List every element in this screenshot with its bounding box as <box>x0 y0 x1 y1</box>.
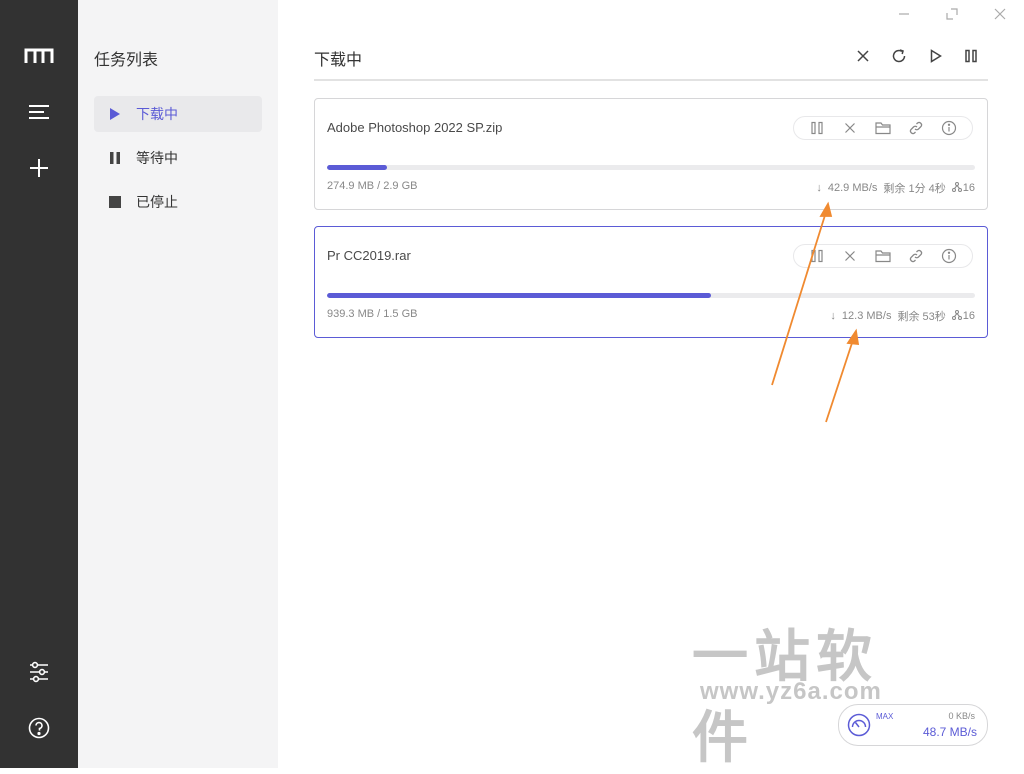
task-remaining: 剩余 1分 4秒 <box>883 183 946 195</box>
close-icon[interactable] <box>840 118 860 138</box>
progress-fill <box>327 293 712 298</box>
task-actions <box>793 116 973 140</box>
arrow-down-icon: ↓ <box>830 310 836 322</box>
task-stats: ↓ 42.9 MB/s 剩余 1分 4秒 16 <box>816 180 975 196</box>
speedometer[interactable]: MAX 0 KB/s 48.7 MB/s <box>838 704 988 746</box>
play-icon <box>107 106 123 122</box>
link-icon[interactable] <box>906 246 926 266</box>
help-circle-icon[interactable] <box>23 712 55 744</box>
task-remaining: 剩余 53秒 <box>897 311 946 323</box>
task-card[interactable]: Pr CC2019.rar 939.3 MB / 1.5 GB ↓ 12.3 MB… <box>314 226 988 338</box>
pause-icon <box>107 150 123 166</box>
stop-icon <box>107 194 123 210</box>
link-icon[interactable] <box>906 118 926 138</box>
task-connections: 16 <box>962 182 975 194</box>
maximize-icon[interactable] <box>940 4 964 24</box>
task-size: 939.3 MB / 1.5 GB <box>327 308 418 320</box>
info-icon[interactable] <box>939 246 959 266</box>
task-card[interactable]: Adobe Photoshop 2022 SP.zip 274.9 MB / 2… <box>314 98 988 210</box>
app-rail <box>0 0 78 768</box>
sidebar-item-waiting[interactable]: 等待中 <box>94 140 262 176</box>
pause-icon[interactable] <box>960 45 982 67</box>
menu-lines-icon[interactable] <box>23 96 55 128</box>
close-icon[interactable] <box>840 246 860 266</box>
sidebar-item-downloading[interactable]: 下载中 <box>94 96 262 132</box>
page-title: 下载中 <box>314 52 363 69</box>
close-icon[interactable] <box>988 4 1012 24</box>
close-icon[interactable] <box>852 45 874 67</box>
speedometer-icon <box>847 713 871 742</box>
task-connections: 16 <box>962 310 975 322</box>
task-actions <box>793 244 973 268</box>
play-icon[interactable] <box>925 45 947 67</box>
task-size: 274.9 MB / 2.9 GB <box>327 180 418 192</box>
refresh-icon[interactable] <box>888 45 910 67</box>
upload-speed: 0 KB/s <box>948 711 975 721</box>
watermark-url: www.yz6a.com <box>700 678 882 705</box>
connections-icon <box>951 181 962 195</box>
connections-icon <box>951 309 962 323</box>
progress-fill <box>327 165 387 170</box>
info-icon[interactable] <box>939 118 959 138</box>
sidebar-item-label: 已停止 <box>136 194 178 210</box>
task-name: Pr CC2019.rar <box>327 248 411 263</box>
progress-bar <box>327 165 975 170</box>
folder-icon[interactable] <box>873 118 893 138</box>
sliders-icon[interactable] <box>23 656 55 688</box>
minimize-icon[interactable] <box>892 4 916 24</box>
pause-icon[interactable] <box>807 118 827 138</box>
speed-max-label: MAX <box>876 712 894 721</box>
sidebar-title: 任务列表 <box>94 52 159 69</box>
arrow-down-icon: ↓ <box>816 182 822 194</box>
annotation-arrow <box>825 339 854 423</box>
sidebar-item-label: 下载中 <box>136 106 178 122</box>
watermark: 一站软件 www.yz6a.com <box>688 612 928 771</box>
header-divider <box>314 79 988 81</box>
sidebar-item-stopped[interactable]: 已停止 <box>94 184 262 220</box>
progress-bar <box>327 293 975 298</box>
task-speed: 42.9 MB/s <box>827 182 878 194</box>
motrix-logo-icon[interactable] <box>23 40 55 72</box>
folder-icon[interactable] <box>873 246 893 266</box>
task-name: Adobe Photoshop 2022 SP.zip <box>327 120 503 135</box>
download-speed: 48.7 MB/s <box>922 725 977 739</box>
sidebar-item-label: 等待中 <box>136 150 178 166</box>
task-list-sidebar: 任务列表 下载中 等待中 已停止 <box>78 0 278 768</box>
pause-icon[interactable] <box>807 246 827 266</box>
task-stats: ↓ 12.3 MB/s 剩余 53秒 16 <box>830 308 975 324</box>
plus-icon[interactable] <box>23 152 55 184</box>
task-speed: 12.3 MB/s <box>841 310 892 322</box>
